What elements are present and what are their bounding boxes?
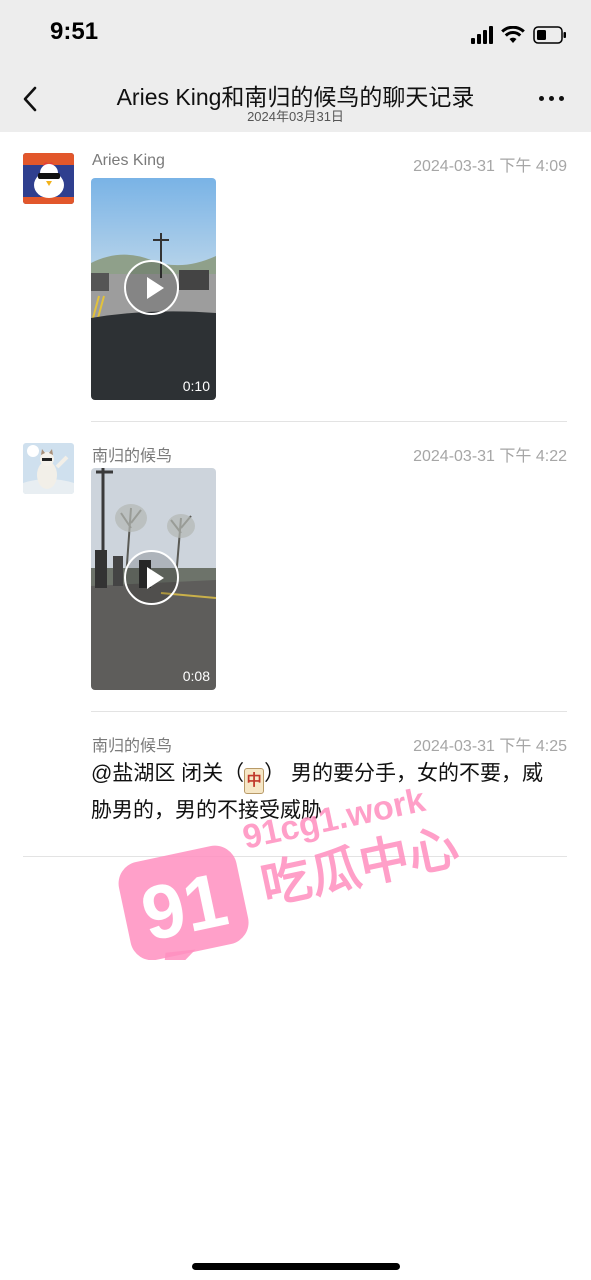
message-timestamp: 2024-03-31 下午 4:25 [413, 738, 567, 755]
watermark-number: 91 [134, 857, 234, 958]
avatar-aries-king[interactable] [23, 153, 74, 204]
mahjong-red-dragon-icon: 中 [244, 768, 265, 794]
message-timestamp: 2024-03-31 下午 4:09 [413, 158, 567, 175]
sender-name: 南归的候鸟 [92, 448, 173, 465]
wifi-icon [501, 26, 525, 44]
home-indicator[interactable] [192, 1263, 400, 1270]
status-time: 9:51 [50, 18, 99, 45]
cat-avatar-icon [23, 443, 74, 494]
video-message[interactable]: 0:08 [91, 468, 216, 690]
play-icon [124, 550, 179, 605]
avatar-nangui-houniao[interactable] [23, 443, 74, 494]
video-duration: 0:08 [182, 668, 210, 684]
divider [23, 856, 567, 857]
more-button[interactable] [539, 96, 569, 104]
chat-message: 南归的候鸟 2024-03-31 下午 4:22 0:08 [0, 430, 591, 710]
more-dots-icon [539, 96, 544, 101]
chat-message: 南归的候鸟 2024-03-31 下午 4:25 @盐湖区 闭关（中） 男的要分… [0, 720, 591, 850]
video-message[interactable]: 0:10 [91, 178, 216, 400]
sender-name: 南归的候鸟 [92, 738, 173, 755]
message-timestamp: 2024-03-31 下午 4:22 [413, 448, 567, 465]
battery-icon [533, 26, 567, 44]
message-text-part: @盐湖区 闭关（ [91, 762, 245, 785]
text-message[interactable]: @盐湖区 闭关（中） 男的要分手，女的不要，威胁男的，男的不接受威胁 [91, 757, 561, 827]
play-icon [124, 260, 179, 315]
status-bar: 9:51 [0, 0, 591, 66]
video-duration: 0:10 [182, 378, 210, 394]
rooster-avatar-icon [23, 153, 74, 204]
nav-bar: Aries King和南归的候鸟的聊天记录 2024年03月31日 [0, 66, 591, 132]
cellular-signal-icon [471, 26, 493, 44]
page-subtitle: 2024年03月31日 [247, 109, 344, 124]
chat-message: Aries King 2024-03-31 下午 4:09 0:10 [0, 140, 591, 420]
divider [91, 711, 567, 712]
status-icons [471, 24, 567, 46]
sender-name: Aries King [92, 152, 165, 169]
divider [91, 421, 567, 422]
